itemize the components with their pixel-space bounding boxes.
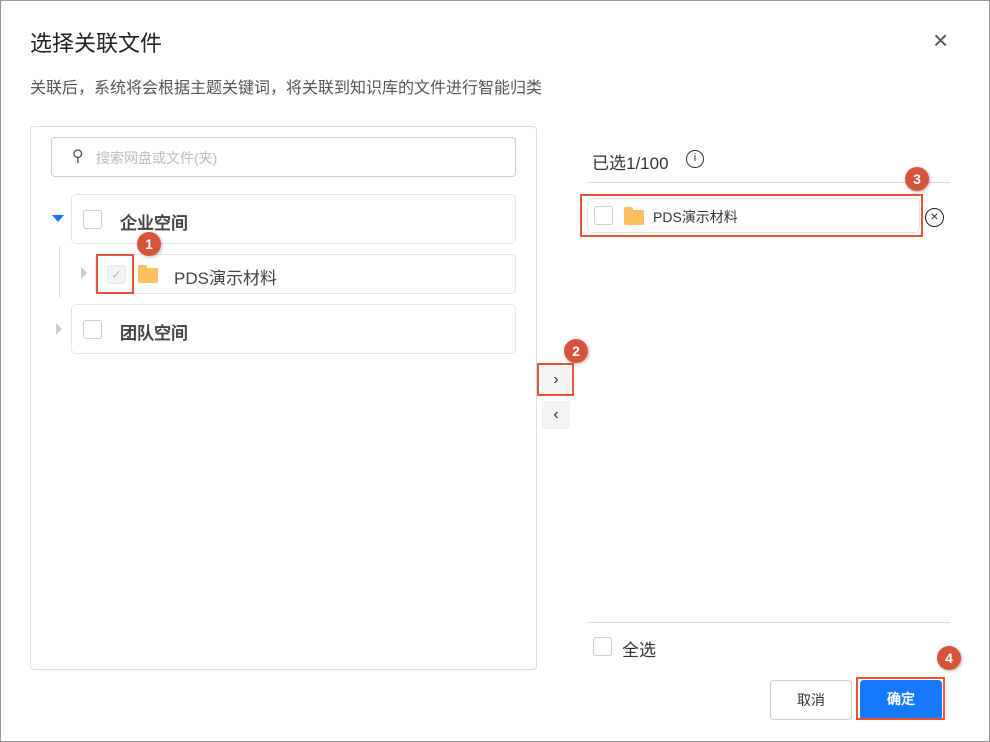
move-left-button[interactable]: ‹: [542, 401, 570, 429]
caret-right-icon[interactable]: [56, 323, 62, 335]
cancel-button[interactable]: 取消: [770, 680, 852, 720]
tree-node-enterprise[interactable]: 企业空间: [71, 194, 516, 244]
dialog-description: 关联后，系统将会根据主题关键词，将关联到知识库的文件进行智能归类: [30, 80, 543, 97]
checkbox[interactable]: [83, 210, 102, 229]
folder-icon: [138, 265, 158, 283]
annotation-badge-1: 1: [137, 232, 161, 256]
tree-node-team[interactable]: 团队空间: [71, 304, 516, 354]
remove-item-icon[interactable]: ×: [925, 208, 944, 227]
annotation-box-1: [96, 254, 134, 294]
close-icon[interactable]: ×: [933, 27, 948, 53]
annotation-badge-2: 2: [564, 339, 588, 363]
annotation-box-4: [856, 677, 945, 720]
tree-guide-line: [59, 246, 60, 298]
info-icon[interactable]: i: [686, 150, 704, 168]
search-icon: ⚲: [72, 148, 84, 165]
divider: [587, 622, 950, 623]
search-input[interactable]: ⚲ 搜索网盘或文件(夹): [51, 137, 516, 177]
selected-count: 已选1/100: [592, 154, 669, 173]
annotation-box-2: [537, 363, 574, 396]
annotation-box-3: [580, 194, 923, 237]
select-all-checkbox[interactable]: [593, 637, 612, 656]
tree-node-label: 企业空间: [120, 214, 188, 233]
annotation-badge-4: 4: [937, 646, 961, 670]
caret-down-icon[interactable]: [52, 215, 64, 222]
dialog-title: 选择关联文件: [30, 31, 163, 56]
tree-node-label: 团队空间: [120, 324, 188, 343]
select-all-label[interactable]: 全选: [622, 636, 656, 661]
divider: [587, 182, 950, 183]
search-placeholder: 搜索网盘或文件(夹): [96, 150, 218, 166]
tree-node-label: PDS演示材料: [174, 269, 277, 288]
checkbox[interactable]: [83, 320, 102, 339]
annotation-badge-3: 3: [905, 167, 929, 191]
caret-right-icon[interactable]: [81, 267, 87, 279]
tree-node-pds[interactable]: ✓ PDS演示材料: [95, 254, 516, 294]
